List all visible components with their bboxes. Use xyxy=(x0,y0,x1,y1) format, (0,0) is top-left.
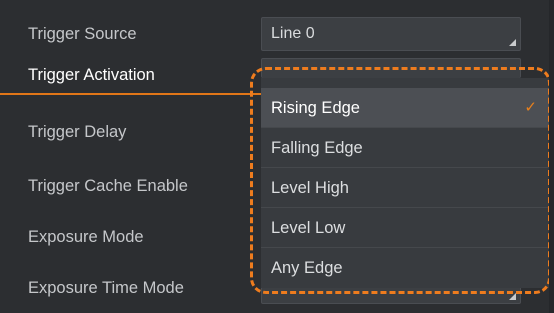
param-label-trigger-delay: Trigger Delay xyxy=(28,123,127,141)
option-level-high[interactable]: Level High xyxy=(261,168,549,208)
parameter-panel: Trigger Source Line 0 Trigger Activation… xyxy=(0,0,554,313)
trigger-source-select[interactable]: Line 0 xyxy=(261,17,521,51)
option-label: Level Low xyxy=(271,219,346,237)
option-any-edge[interactable]: Any Edge xyxy=(261,248,549,288)
param-label-exposure-time-mode: Exposure Time Mode xyxy=(28,279,184,297)
trigger-source-value: Line 0 xyxy=(271,25,315,42)
scrollbar-track[interactable] xyxy=(549,0,554,313)
option-label: Level High xyxy=(271,179,349,197)
param-label-trigger-source: Trigger Source xyxy=(28,25,137,43)
resize-grip-icon xyxy=(509,39,516,46)
option-label: Rising Edge xyxy=(271,99,360,117)
resize-grip-icon xyxy=(509,293,516,300)
option-label: Any Edge xyxy=(271,259,343,277)
check-icon: ✓ xyxy=(524,99,537,116)
param-label-exposure-mode: Exposure Mode xyxy=(28,228,144,246)
option-label: Falling Edge xyxy=(271,139,363,157)
option-level-low[interactable]: Level Low xyxy=(261,208,549,248)
trigger-activation-select[interactable] xyxy=(261,58,521,78)
option-falling-edge[interactable]: Falling Edge xyxy=(261,128,549,168)
param-label-trigger-activation: Trigger Activation xyxy=(28,66,155,84)
trigger-activation-dropdown-list: Rising Edge ✓ Falling Edge Level High Le… xyxy=(261,78,549,288)
option-rising-edge[interactable]: Rising Edge ✓ xyxy=(261,88,549,128)
param-label-trigger-cache-enable: Trigger Cache Enable xyxy=(28,177,188,195)
